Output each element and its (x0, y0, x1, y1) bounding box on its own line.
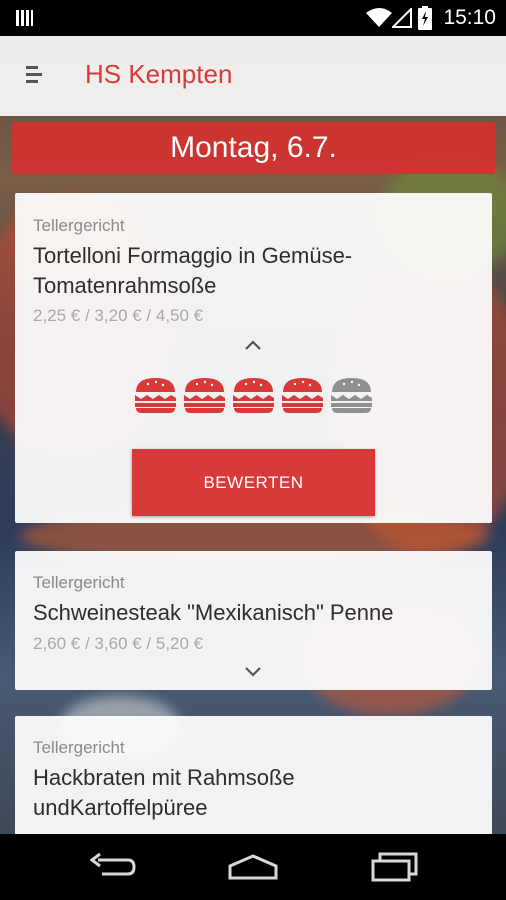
back-icon[interactable] (88, 852, 138, 882)
meal-category: Tellergericht (33, 738, 125, 757)
recent-apps-icon[interactable] (370, 852, 420, 882)
meal-card[interactable]: Tellergericht Tortelloni Formaggio in Ge… (15, 193, 492, 523)
system-navigation-bar (0, 834, 506, 900)
previous-day-button[interactable] (12, 122, 72, 174)
burger-icon[interactable] (329, 376, 374, 414)
meal-category: Tellergericht (33, 573, 125, 592)
meal-category: Tellergericht (33, 216, 125, 235)
wifi-icon (366, 8, 392, 27)
notification-icon (16, 10, 33, 26)
home-icon[interactable] (226, 852, 280, 882)
next-day-button[interactable] (435, 122, 495, 174)
clock: 15:10 (443, 6, 496, 29)
status-bar: 15:10 (0, 0, 506, 36)
date-label: Montag, 6.7. (170, 131, 337, 164)
meal-prices: 2,60 € / 3,60 € / 5,20 € (33, 634, 204, 653)
rating-burgers[interactable] (133, 376, 374, 414)
burger-icon[interactable] (280, 376, 325, 414)
burger-icon[interactable] (182, 376, 227, 414)
meal-card[interactable]: Tellergericht Schweinesteak "Mexikanisch… (15, 551, 492, 690)
app-title: HS Kempten (85, 59, 233, 89)
chevron-up-icon[interactable] (243, 338, 263, 352)
chevron-down-icon[interactable] (243, 665, 263, 679)
signal-icon (392, 8, 412, 28)
rate-button[interactable]: BEWERTEN (132, 449, 375, 516)
battery-icon (418, 6, 432, 30)
app-bar: HS Kempten (0, 36, 506, 116)
burger-icon[interactable] (133, 376, 178, 414)
meal-prices: 2,25 € / 3,20 € / 4,50 € (33, 306, 204, 325)
date-banner: Montag, 6.7. (12, 122, 495, 174)
meal-name: Schweinesteak "Mexikanisch" Penne (33, 600, 394, 625)
meal-name: Hackbraten mit Rahmsoße undKartoffelpüre… (33, 765, 295, 820)
burger-icon[interactable] (231, 376, 276, 414)
meal-name: Tortelloni Formaggio in Gemüse-Tomatenra… (33, 243, 353, 298)
hamburger-menu-icon[interactable] (26, 66, 42, 86)
